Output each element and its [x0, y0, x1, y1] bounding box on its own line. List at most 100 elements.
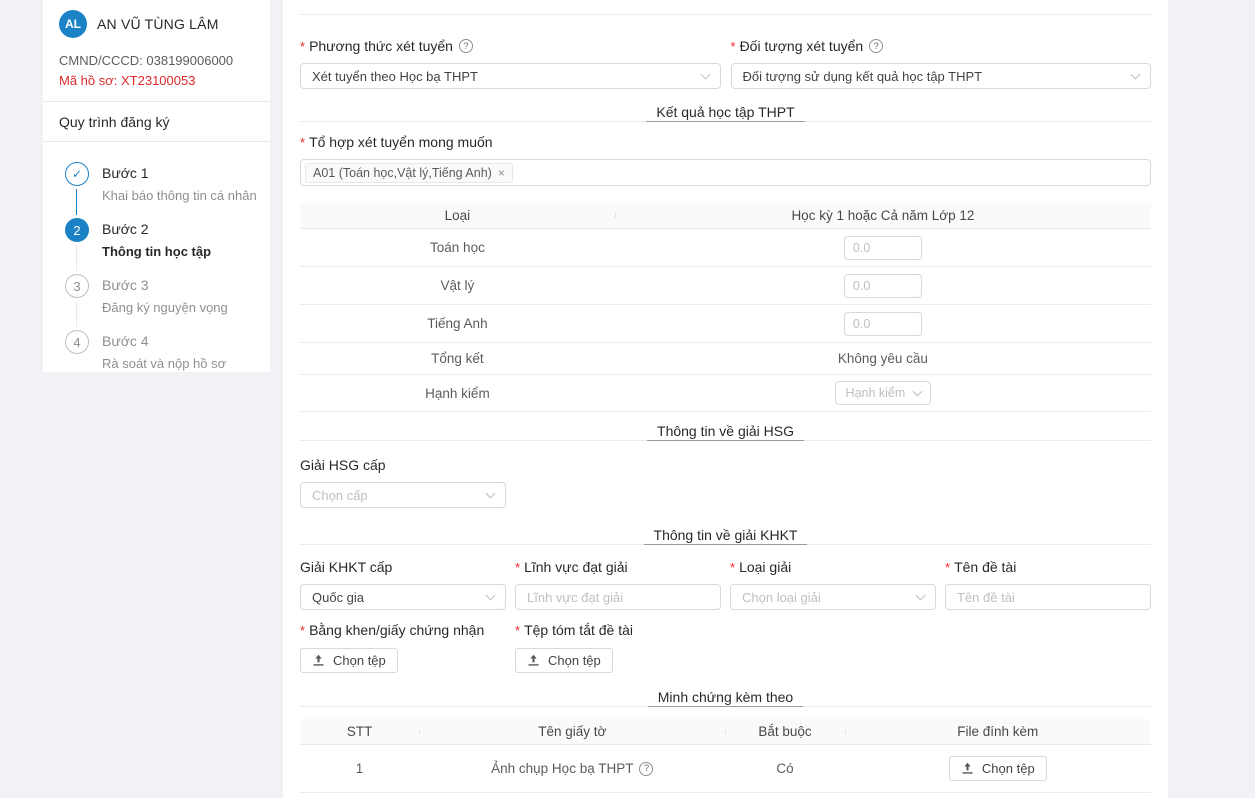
col-required-header: Bắt buộc [725, 724, 844, 739]
step-number-icon: 2 [65, 218, 89, 242]
section-hsg-title: Thông tin về giải HSG [647, 421, 804, 441]
section-scores-divider: Kết quả học tập THPT [300, 102, 1151, 122]
question-circle-icon[interactable]: ? [459, 39, 473, 53]
col-stt-header: STT [300, 724, 419, 739]
upload-icon [527, 654, 540, 667]
section-khkt-title: Thông tin về giải KHKT [644, 525, 808, 545]
step-subtitle: Thông tin học tập [102, 243, 211, 261]
profile-block: AL AN VŨ TÙNG LÂM CMND/CCCD: 03819900600… [43, 0, 270, 101]
table-row: Tiếng Anh [300, 305, 1151, 343]
upload-button-label: Chọn tệp [548, 653, 601, 668]
required-asterisk: * [300, 623, 305, 638]
table-row: Tổng kết Không yêu cầu [300, 343, 1151, 375]
evidence-upload-button[interactable]: Chọn tệp [949, 756, 1047, 781]
step-connector [76, 245, 77, 271]
upload-icon [961, 762, 974, 775]
process-title: Quy trình đăng ký [43, 102, 270, 141]
user-name: AN VŨ TÙNG LÂM [97, 16, 219, 32]
step-subtitle: Đăng ký nguyện vọng [102, 299, 228, 317]
combination-tag: A01 (Toán học,Vật lý,Tiếng Anh) × [305, 163, 513, 183]
chevron-down-icon [1131, 69, 1141, 79]
khkt-prize-label: Loại giải [739, 559, 791, 575]
upload-button-label: Chọn tệp [982, 761, 1035, 776]
step-title: Bước 1 [102, 162, 257, 184]
scores-table: Loại Học kỳ 1 hoặc Cả năm Lớp 12 Toán họ… [300, 203, 1151, 412]
evidence-table-header: STT Tên giấy tờ Bắt buộc File đính kèm [300, 719, 1151, 745]
step-subtitle: Khai báo thông tin cá nhân [102, 187, 257, 205]
avatar: AL [59, 10, 87, 38]
khkt-prize-select[interactable]: Chọn loại giải [730, 584, 936, 610]
section-evidence-divider: Minh chứng kèm theo [300, 687, 1151, 707]
evidence-required: Có [725, 761, 844, 776]
conduct-select[interactable]: Hạnh kiểm [835, 381, 931, 405]
form-card: * Phương thức xét tuyển ? Xét tuyển theo… [283, 0, 1168, 798]
target-select[interactable]: Đối tượng sử dụng kết quả học tập THPT [731, 63, 1152, 89]
section-scores-title: Kết quả học tập THPT [646, 102, 804, 122]
table-row: Hạnh kiểm Hạnh kiểm [300, 375, 1151, 412]
summary-upload-button[interactable]: Chọn tệp [515, 648, 613, 673]
required-asterisk: * [945, 560, 950, 575]
step-3[interactable]: 3 Bước 3 Đăng ký nguyện vọng [65, 274, 258, 330]
required-asterisk: * [731, 39, 736, 54]
content-top-divider [300, 14, 1151, 15]
combination-tag-label: A01 (Toán học,Vật lý,Tiếng Anh) [313, 166, 492, 180]
remove-tag-icon[interactable]: × [498, 167, 505, 179]
step-connector [76, 301, 77, 327]
subject-label: Vật lý [300, 278, 615, 293]
subject-label: Toán học [300, 240, 615, 255]
col-document-header: Tên giấy tờ [419, 724, 725, 739]
evidence-table: STT Tên giấy tờ Bắt buộc File đính kèm 1… [300, 719, 1151, 793]
dossier-code-text: Mã hồ sơ: XT23100053 [59, 73, 254, 88]
chevron-down-icon [912, 386, 922, 396]
national-id-text: CMND/CCCD: 038199006000 [59, 53, 254, 68]
question-circle-icon[interactable]: ? [639, 762, 653, 776]
evidence-stt: 1 [300, 761, 419, 776]
step-connector [76, 189, 77, 215]
registration-steps: ✓ Bước 1 Khai báo thông tin cá nhân 2 Bư… [43, 142, 270, 386]
col-type-header: Loại [300, 208, 615, 223]
hsg-level-select[interactable]: Chọn cấp [300, 482, 506, 508]
scores-table-header: Loại Học kỳ 1 hoặc Cả năm Lớp 12 [300, 203, 1151, 229]
required-asterisk: * [730, 560, 735, 575]
required-asterisk: * [515, 623, 520, 638]
chevron-down-icon [916, 590, 926, 600]
section-hsg-divider: Thông tin về giải HSG [300, 421, 1151, 441]
subject-label: Tổng kết [300, 351, 615, 366]
subject-label: Tiếng Anh [300, 316, 615, 331]
khkt-field-input[interactable] [515, 584, 721, 610]
step-title: Bước 2 [102, 218, 211, 240]
step-1[interactable]: ✓ Bước 1 Khai báo thông tin cá nhân [65, 162, 258, 218]
step-2[interactable]: 2 Bước 2 Thông tin học tập [65, 218, 258, 274]
step-check-icon: ✓ [65, 162, 89, 186]
question-circle-icon[interactable]: ? [869, 39, 883, 53]
english-score-input[interactable] [844, 312, 922, 336]
step-4[interactable]: 4 Bước 4 Rà soát và nộp hồ sơ [65, 330, 258, 386]
sidebar-card: AL AN VŨ TÙNG LÂM CMND/CCCD: 03819900600… [43, 0, 270, 372]
table-row: Toán học [300, 229, 1151, 267]
khkt-topic-input[interactable] [945, 584, 1151, 610]
khkt-level-label: Giải KHKT cấp [300, 559, 392, 575]
khkt-prize-placeholder: Chọn loại giải [742, 590, 909, 605]
section-evidence-title: Minh chứng kèm theo [648, 687, 803, 707]
col-term-header: Học kỳ 1 hoặc Cả năm Lớp 12 [615, 208, 1151, 223]
combination-multiselect[interactable]: A01 (Toán học,Vật lý,Tiếng Anh) × [300, 159, 1151, 186]
certificate-upload-button[interactable]: Chọn tệp [300, 648, 398, 673]
khkt-level-value: Quốc gia [312, 590, 479, 605]
required-asterisk: * [300, 39, 305, 54]
physics-score-input[interactable] [844, 274, 922, 298]
math-score-input[interactable] [844, 236, 922, 260]
khkt-field-label: Lĩnh vực đạt giải [524, 559, 628, 575]
subject-label: Hạnh kiểm [300, 386, 615, 401]
step-number-icon: 3 [65, 274, 89, 298]
combination-label: Tổ hợp xét tuyển mong muốn [309, 134, 493, 150]
step-number-icon: 4 [65, 330, 89, 354]
khkt-level-select[interactable]: Quốc gia [300, 584, 506, 610]
summary-file-label: Tệp tóm tắt đề tài [524, 622, 633, 638]
step-title: Bước 3 [102, 274, 228, 296]
method-select[interactable]: Xét tuyển theo Học bạ THPT [300, 63, 721, 89]
target-select-value: Đối tượng sử dụng kết quả học tập THPT [743, 69, 1125, 84]
step-subtitle: Rà soát và nộp hồ sơ [102, 355, 226, 373]
step-title: Bước 4 [102, 330, 226, 352]
chevron-down-icon [700, 69, 710, 79]
upload-button-label: Chọn tệp [333, 653, 386, 668]
